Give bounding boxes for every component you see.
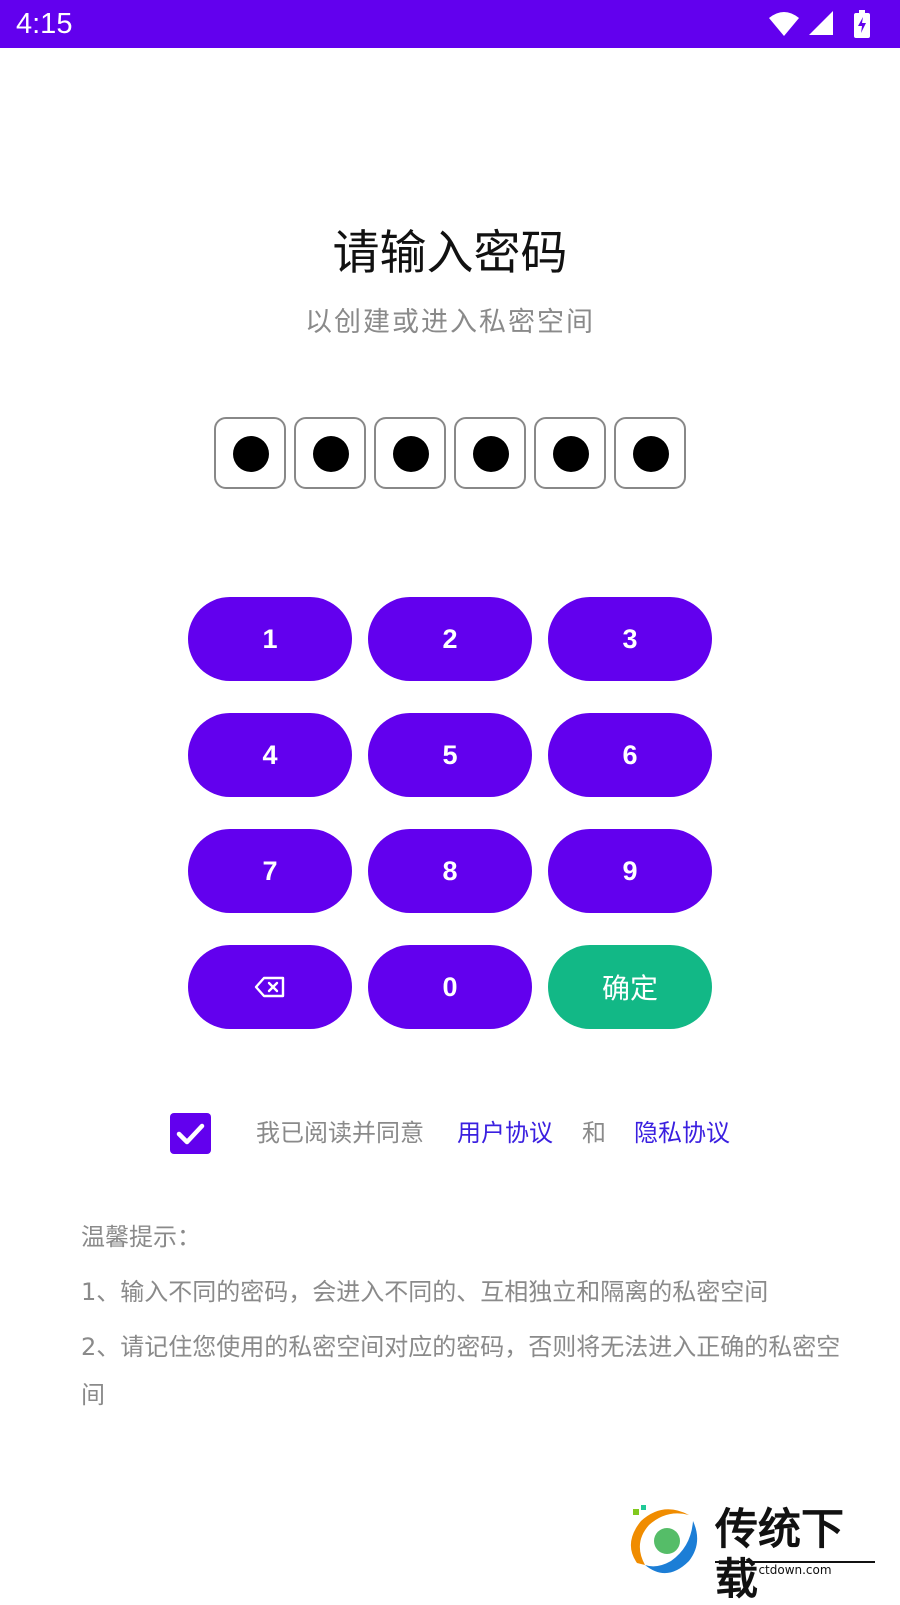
page-title: 请输入密码 — [332, 226, 568, 281]
key-6[interactable]: 6 — [548, 713, 712, 797]
watermark-logo-icon — [630, 1505, 698, 1574]
pin-dot — [633, 436, 669, 472]
key-1[interactable]: 1 — [188, 597, 352, 681]
page-subtitle: 以创建或进入私密空间 — [305, 307, 595, 338]
pin-dot — [313, 436, 349, 472]
agreement-checkbox[interactable] — [170, 1113, 211, 1154]
key-0[interactable]: 0 — [368, 945, 532, 1029]
wifi-icon — [769, 12, 799, 36]
tips-heading: 温馨提示： — [81, 1223, 201, 1251]
key-4[interactable]: 4 — [188, 713, 352, 797]
pin-box — [294, 417, 366, 489]
battery-charging-icon — [854, 10, 870, 38]
user-agreement-link[interactable]: 用户协议 — [457, 1113, 553, 1154]
pin-box — [214, 417, 286, 489]
cell-signal-icon — [809, 11, 833, 35]
agreement-and: 和 — [582, 1119, 606, 1147]
pin-box — [614, 417, 686, 489]
key-8[interactable]: 8 — [368, 829, 532, 913]
tips-item-1: 1、输入不同的密码，会进入不同的、互相独立和隔离的私密空间 — [81, 1278, 769, 1306]
backspace-icon — [254, 976, 285, 998]
pin-box — [534, 417, 606, 489]
pin-dot — [233, 436, 269, 472]
key-5[interactable]: 5 — [368, 713, 532, 797]
pin-display — [214, 417, 686, 489]
key-7[interactable]: 7 — [188, 829, 352, 913]
status-time: 4:15 — [16, 8, 73, 40]
pin-box — [374, 417, 446, 489]
check-icon — [176, 1123, 205, 1145]
key-9[interactable]: 9 — [548, 829, 712, 913]
pin-dot — [553, 436, 589, 472]
watermark: 传统下载 ctdown.com — [627, 1503, 877, 1605]
key-3[interactable]: 3 — [548, 597, 712, 681]
key-2[interactable]: 2 — [368, 597, 532, 681]
watermark-domain: ctdown.com — [715, 1561, 875, 1577]
privacy-agreement-link[interactable]: 隐私协议 — [634, 1113, 730, 1154]
backspace-button[interactable] — [188, 945, 352, 1029]
watermark-text: 传统下载 — [715, 1505, 844, 1605]
confirm-button[interactable]: 确定 — [548, 945, 712, 1029]
pin-dot — [473, 436, 509, 472]
tips-item-2: 2、请记住您使用的私密空间对应的密码，否则将无法进入正确的私密空间 — [81, 1333, 841, 1409]
agreement-prefix: 我已阅读并同意 — [256, 1119, 424, 1147]
pin-dot — [393, 436, 429, 472]
status-bar: 4:15 — [0, 0, 900, 48]
pin-box — [454, 417, 526, 489]
